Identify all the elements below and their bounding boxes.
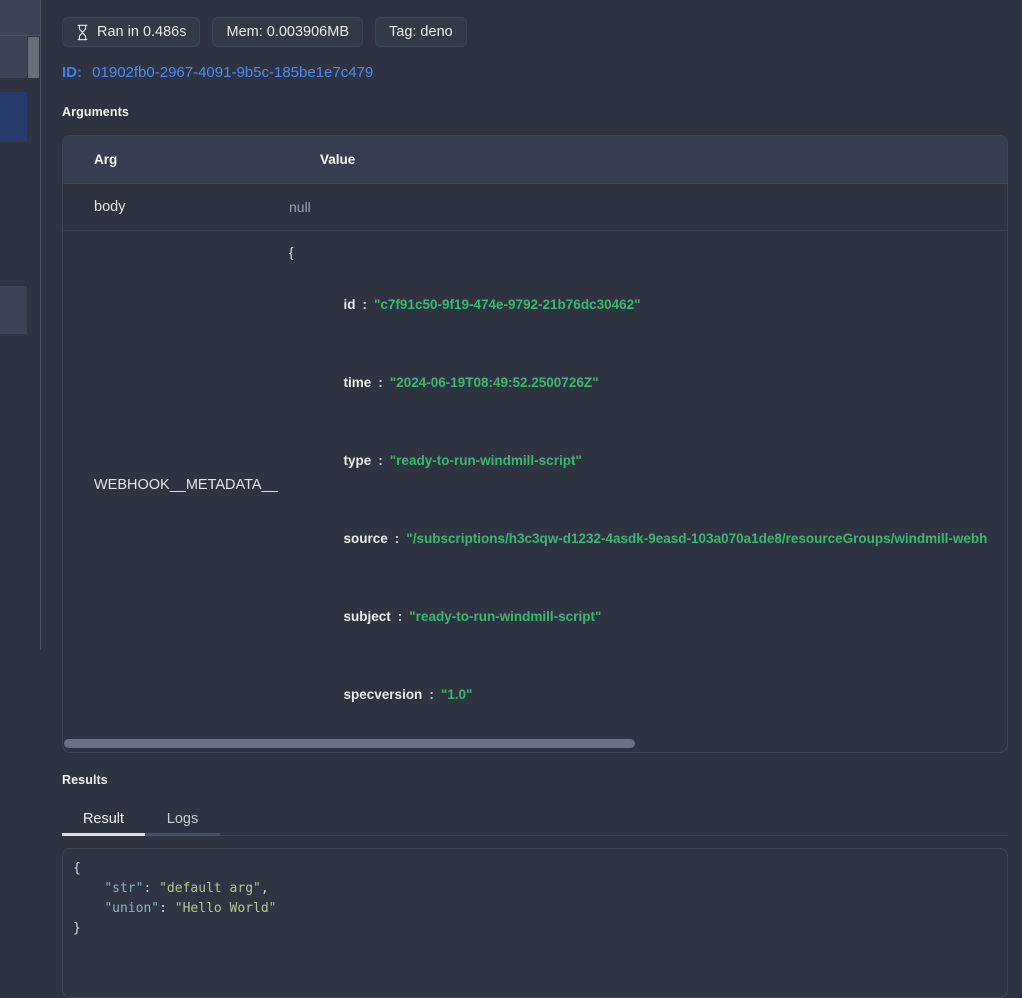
result-code-line: }: [73, 919, 997, 939]
code-close-brace: }: [73, 921, 81, 936]
entry-value: "1.0": [441, 687, 473, 702]
entry-value: "/subscriptions/h3c3qw-d1232-4asdk-9easd…: [406, 531, 987, 546]
object-entry-time: time: "2024-06-19T08:49:52.2500726Z": [289, 344, 1007, 422]
rail-scrollbar-thumb[interactable]: [28, 37, 39, 78]
entry-separator: :: [363, 297, 368, 312]
rail-top-block: [0, 0, 40, 36]
code-value-str: "default arg": [159, 881, 261, 896]
code-colon: :: [143, 881, 159, 896]
entry-separator: :: [429, 687, 434, 702]
object-entry-subject: subject: "ready-to-run-windmill-script": [289, 578, 1007, 656]
entry-key: source: [344, 531, 388, 546]
tag-badge: Tag: deno: [375, 17, 467, 47]
runtime-badge: Ran in 0.486s: [62, 17, 200, 47]
object-open-brace: {: [289, 240, 1007, 266]
hourglass-icon: [76, 24, 89, 41]
object-entry-specversion: specversion: "1.0": [289, 656, 1007, 734]
object-entry-id: id: "c7f91c50-9f19-474e-9792-21b76dc30462…: [289, 266, 1007, 344]
job-detail-panel: Ran in 0.486s Mem: 0.003906MB Tag: deno …: [41, 0, 1022, 650]
entry-key: subject: [344, 609, 391, 624]
arg-name-body: body: [63, 199, 289, 215]
job-id-line: ID: 01902fb0-2967-4091-9b5c-185be1e7c479: [62, 64, 1008, 81]
rail-selected-item[interactable]: [0, 92, 27, 142]
tab-result[interactable]: Result: [62, 805, 145, 836]
code-colon: :: [159, 901, 175, 916]
result-code-line: "str": "default arg",: [73, 879, 997, 899]
entry-value: "ready-to-run-windmill-script": [409, 609, 601, 624]
rail-list-item[interactable]: [0, 36, 27, 78]
tab-logs[interactable]: Logs: [145, 805, 220, 836]
arguments-table: Arg Value body null WEBHOOK__METADATA__ …: [62, 135, 1008, 753]
arg-value-body: null: [289, 199, 1007, 215]
memory-badge-label: Mem: 0.003906MB: [226, 24, 349, 40]
col-header-arg: Arg: [63, 152, 289, 167]
result-code-line: {: [73, 859, 997, 879]
table-row-webhook-metadata: WEBHOOK__METADATA__ { id: "c7f91c50-9f19-…: [63, 231, 1007, 738]
result-code-line: "union": "Hello World": [73, 899, 997, 919]
entry-separator: :: [378, 453, 383, 468]
entry-key: id: [344, 297, 356, 312]
code-open-brace: {: [73, 861, 81, 876]
rail-item[interactable]: [0, 286, 27, 334]
object-entry-source: source: "/subscriptions/h3c3qw-d1232-4asd…: [289, 500, 1007, 578]
code-indent: [73, 881, 104, 896]
entry-separator: :: [378, 375, 383, 390]
entry-value: "ready-to-run-windmill-script": [390, 453, 582, 468]
job-badges: Ran in 0.486s Mem: 0.003906MB Tag: deno: [62, 17, 1008, 47]
entry-separator: :: [398, 609, 403, 624]
results-tabbar: Result Logs: [62, 805, 1008, 836]
entry-value: "c7f91c50-9f19-474e-9792-21b76dc30462": [374, 297, 641, 312]
arguments-table-header: Arg Value: [63, 136, 1007, 184]
entry-key: type: [344, 453, 372, 468]
tag-badge-label: Tag: deno: [389, 24, 453, 40]
col-header-value: Value: [289, 152, 1007, 167]
entry-key: specversion: [344, 687, 423, 702]
code-comma: ,: [261, 881, 269, 896]
code-key-union: "union": [104, 901, 159, 916]
code-value-union: "Hello World": [175, 901, 277, 916]
table-row-body: body null: [63, 184, 1007, 231]
webhook-metadata-object-viewer: { id: "c7f91c50-9f19-474e-9792-21b76dc304…: [289, 231, 1007, 738]
table-scrollbar-thumb[interactable]: [64, 739, 635, 748]
memory-badge: Mem: 0.003906MB: [212, 17, 363, 47]
arguments-title: Arguments: [62, 105, 1008, 119]
entry-key: time: [344, 375, 372, 390]
result-json-panel: { "str": "default arg", "union": "Hello …: [62, 848, 1008, 998]
runtime-badge-label: Ran in 0.486s: [97, 24, 186, 40]
entry-value: "2024-06-19T08:49:52.2500726Z": [390, 375, 599, 390]
entry-separator: :: [395, 531, 400, 546]
left-rail: [0, 0, 41, 650]
object-entry-type: type: "ready-to-run-windmill-script": [289, 422, 1007, 500]
results-title: Results: [62, 773, 1008, 787]
job-id-label: ID:: [62, 64, 82, 81]
code-key-str: "str": [104, 881, 143, 896]
arg-name-webhook: WEBHOOK__METADATA__: [63, 231, 289, 738]
table-horizontal-scrollbar: [63, 738, 1007, 752]
code-indent: [73, 901, 104, 916]
job-id-value[interactable]: 01902fb0-2967-4091-9b5c-185be1e7c479: [92, 64, 373, 81]
